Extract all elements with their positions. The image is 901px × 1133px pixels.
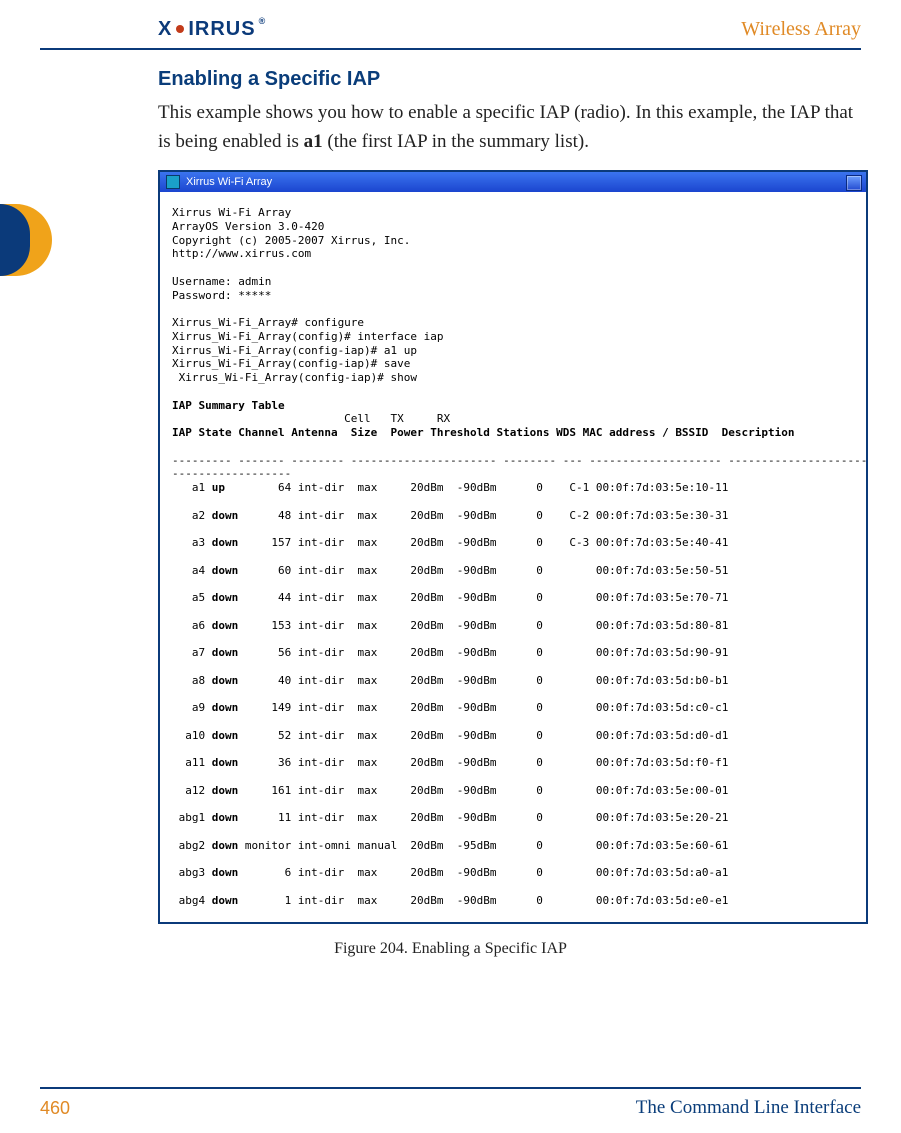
figure-caption: Figure 204. Enabling a Specific IAP: [0, 940, 901, 958]
doc-title: Wireless Array: [741, 18, 861, 41]
page-header: X IRRUS ® Wireless Array: [0, 14, 901, 44]
page-number: 460: [40, 1098, 70, 1119]
brand-text-right: IRRUS: [188, 18, 255, 41]
window-titlebar: Xirrus Wi-Fi Array: [160, 172, 866, 192]
header-rule: [40, 48, 861, 50]
page-footer: 460 The Command Line Interface: [40, 1097, 861, 1119]
side-tab-icon: [0, 204, 52, 276]
section-title: Enabling a Specific IAP: [158, 68, 380, 91]
brand-logo: X IRRUS ®: [158, 18, 266, 41]
body-suffix: (the first IAP in the summary list).: [323, 131, 589, 152]
window-buttons: [846, 175, 862, 191]
section-body: This example shows you how to enable a s…: [158, 98, 861, 157]
terminal-output: Xirrus Wi-Fi Array ArrayOS Version 3.0-4…: [160, 192, 866, 924]
body-bold: a1: [304, 131, 323, 152]
window-title: Xirrus Wi-Fi Array: [186, 176, 272, 188]
brand-registered-icon: ®: [259, 16, 267, 26]
brand-dot-icon: [176, 25, 184, 33]
footer-section-title: The Command Line Interface: [636, 1097, 861, 1119]
footer-rule: [40, 1087, 861, 1089]
screenshot-frame: Xirrus Wi-Fi Array Xirrus Wi-Fi Array Ar…: [158, 170, 868, 924]
brand-text-left: X: [158, 18, 172, 41]
window-app-icon: [166, 175, 180, 189]
window-maximize-icon: [846, 175, 862, 191]
